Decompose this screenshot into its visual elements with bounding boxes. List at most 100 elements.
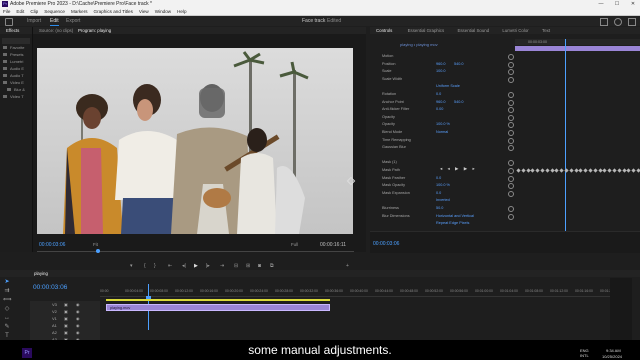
fx-row[interactable]: Opacity 100.0 % [370,121,514,129]
timeline-ruler[interactable]: 00:00 00:00:04:00 00:00:08:00 00:00:12:00 00… [100,284,620,297]
effects-item[interactable]: Presets [0,51,32,58]
menu-graphics[interactable]: Graphics and Titles [94,8,133,15]
add-marker-icon[interactable]: ▾ [130,262,133,270]
fx-row[interactable]: Blurriness 50.0 [370,205,514,212]
fx-row-value[interactable]: 100.0 % [436,121,450,127]
taskbar-language[interactable]: ENG INTL [580,348,589,358]
keyframe-icon[interactable] [602,168,608,173]
fx-playhead[interactable] [565,39,566,252]
keyframe-icon[interactable] [607,168,612,173]
reset-icon[interactable] [508,54,514,60]
fx-row-value-2[interactable]: 540.0 [454,61,464,67]
fx-row-value-2[interactable]: 540.0 [454,99,464,105]
tab-lumetri-color[interactable]: Lumetri Color [502,28,528,33]
program-scrubber[interactable] [37,251,354,252]
effects-item[interactable]: Audio E [0,65,32,72]
comparison-view-icon[interactable]: ⧉ [270,262,274,270]
keyframe-icon[interactable] [569,168,574,173]
fx-row[interactable]: Motion [370,53,514,60]
add-button-icon[interactable]: + [346,262,349,270]
keyframe-icon[interactable] [612,168,617,173]
keyframe-icon[interactable] [521,168,526,173]
reset-icon[interactable] [508,76,514,83]
fx-row[interactable]: Uniform Scale [370,83,510,89]
keyframe-icon[interactable] [540,168,545,173]
mask-tracking-controls[interactable]: ◂ ◂ ▶ ▶ ▸ [440,166,477,172]
fx-row-value[interactable]: 50.0 [436,205,443,211]
fx-row-value[interactable]: 100.0 [436,68,446,74]
step-back-icon[interactable]: ◂| [182,262,186,270]
fx-row-value[interactable]: Inverted [436,197,450,203]
keyframe-icon[interactable] [564,168,569,173]
mark-in-icon[interactable]: { [144,262,146,270]
reset-icon[interactable] [508,206,514,212]
tab-import[interactable]: Import [27,17,41,25]
fx-row[interactable]: Anchor Point 960.0 540.0 [370,99,514,106]
fx-row[interactable]: Position 960.0 540.0 [370,61,514,68]
timeline-timecode[interactable]: 00:00:03:06 [33,284,67,291]
reset-icon[interactable] [508,69,514,76]
menu-sequence[interactable]: Sequence [44,8,65,15]
fx-row[interactable]: Anti-flicker Filter 0.00 [370,106,514,114]
tab-effect-controls[interactable]: Controls [376,28,392,33]
reset-icon[interactable] [508,122,514,129]
keyframe-icon[interactable] [617,168,622,173]
keyframe-icon[interactable] [559,168,564,173]
keyframe-icon[interactable] [530,168,536,173]
menu-clip[interactable]: Clip [30,8,38,15]
tab-essential-graphics[interactable]: Essential Graphics [408,28,445,33]
fx-row-value[interactable]: Uniform Scale [436,83,460,89]
fx-row[interactable] [370,152,510,158]
taskbar-premiere-icon[interactable]: Pr [22,348,32,358]
workspaces-icon[interactable] [600,18,608,26]
tab-export[interactable]: Export [66,17,80,25]
minimize-button[interactable]: — [594,0,608,8]
go-to-out-icon[interactable]: ⇥ [220,262,224,270]
video-clip[interactable]: playing.mov [106,304,330,311]
tab-text[interactable]: Text [542,28,550,33]
overwrite-icon[interactable]: ⊞ [246,262,250,270]
reset-icon[interactable] [508,190,514,197]
fx-row[interactable]: Scale 100.0 [370,68,514,76]
slip-tool-icon[interactable]: ↔ [3,314,11,322]
reset-icon[interactable] [508,183,514,190]
fx-row-value[interactable]: Horizontal and Vertical [436,213,474,219]
effects-item[interactable]: Video E [0,79,32,86]
effects-item[interactable]: Lumetri [0,58,32,65]
keyframe-icon[interactable] [554,168,560,173]
program-tab[interactable]: Program: playing [78,28,111,33]
menu-help[interactable]: Help [177,8,186,15]
keyframe-icon[interactable] [593,168,598,173]
fx-row-value[interactable]: 0.0 [436,91,441,97]
fx-row-value[interactable]: 0.00 [436,106,443,112]
fx-row[interactable]: Rotation 0.0 [370,91,514,98]
insert-icon[interactable]: ⊟ [234,262,238,270]
export-frame-icon[interactable]: ◙ [258,262,261,270]
tab-edit[interactable]: Edit [50,17,59,26]
fx-row-value[interactable]: 960.0 [436,61,446,67]
keyframe-icon[interactable] [545,168,550,173]
keyframe-icon[interactable] [516,168,521,173]
fx-row[interactable]: Mask Expansion 0.0 [370,190,514,197]
fx-row[interactable]: Opacity [370,114,514,121]
selection-tool-icon[interactable]: ➤ [3,278,11,286]
reset-icon[interactable] [508,168,514,174]
fx-row[interactable]: Repeat Edge Pixels [370,220,510,226]
tab-essential-sound[interactable]: Essential Sound [457,28,489,33]
fx-row-value[interactable]: Repeat Edge Pixels [436,220,469,226]
keyframe-icon[interactable] [583,168,588,173]
keyframe-icon[interactable] [535,168,540,173]
effects-item[interactable]: Video T [0,93,32,100]
fx-clip-bar[interactable] [515,46,640,51]
source-tab[interactable]: Source: (no clips) [39,28,73,33]
type-tool-icon[interactable]: T [3,332,11,340]
go-to-in-icon[interactable]: ⇤ [168,262,172,270]
fx-row[interactable]: Mask Feather 0.0 [370,175,514,182]
pen-tool-icon[interactable]: ✎ [3,323,11,331]
fx-row-value[interactable]: 960.0 [436,99,446,105]
quality-select[interactable]: Full [291,242,298,247]
reset-icon[interactable] [508,114,514,121]
home-icon[interactable] [5,18,13,26]
razor-tool-icon[interactable]: ◇ [3,305,11,313]
quick-export-icon[interactable] [614,18,622,26]
